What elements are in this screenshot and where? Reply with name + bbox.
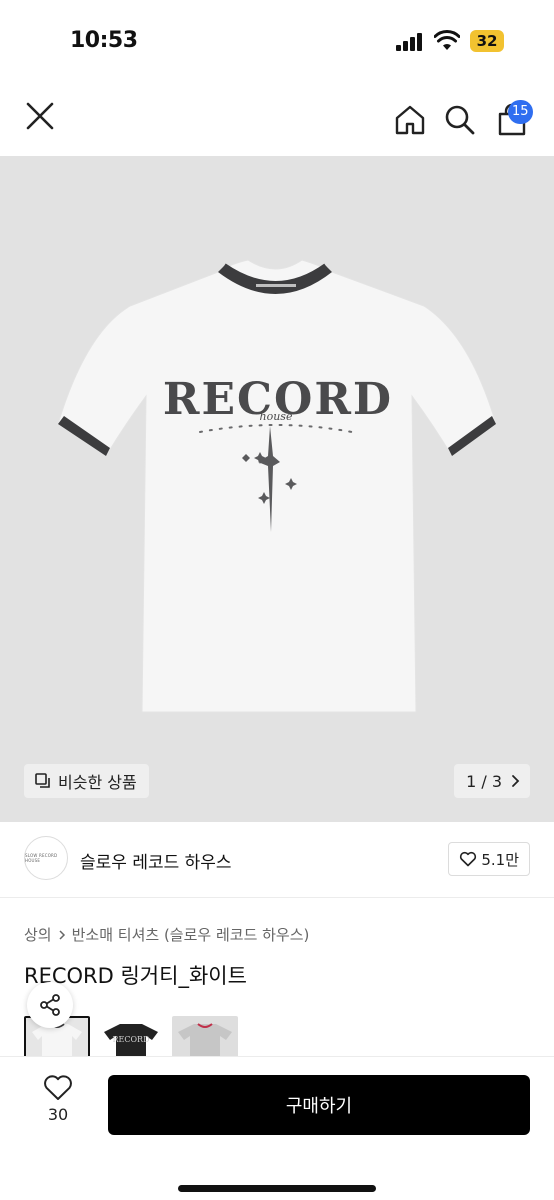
shirt-print-subtext: house xyxy=(260,410,293,423)
signal-icon xyxy=(396,33,424,51)
brand-logo-text: SLOW RECORD HOUSE xyxy=(25,853,58,863)
gallery-page-indicator[interactable]: 1 / 3 xyxy=(454,764,530,798)
similar-items-icon xyxy=(35,773,50,788)
color-option-black[interactable]: RECORD xyxy=(98,1016,164,1060)
status-bar: 10:53 32 xyxy=(0,0,554,84)
breadcrumb: 상의 반소매 티셔츠 (슬로우 레코드 하우스) xyxy=(24,924,309,945)
gallery-page-text: 1 / 3 xyxy=(466,771,502,791)
heart-icon xyxy=(460,851,477,867)
product-photo: RECORD house xyxy=(57,259,497,713)
heart-icon xyxy=(44,1075,72,1100)
wifi-icon xyxy=(434,30,460,50)
home-indicator[interactable] xyxy=(178,1185,376,1192)
brand-like-count: 5.1만 xyxy=(481,850,519,869)
cart-count-badge: 15 xyxy=(508,100,533,124)
top-nav xyxy=(0,84,554,156)
chevron-right-icon xyxy=(59,929,65,940)
color-thumb-image xyxy=(172,1016,238,1060)
color-thumb-image: RECORD xyxy=(98,1016,164,1060)
close-icon[interactable] xyxy=(22,98,58,134)
color-thumb-print: RECORD xyxy=(113,1035,150,1044)
brand-name[interactable]: 슬로우 레코드 하우스 xyxy=(80,848,232,873)
share-icon xyxy=(40,994,60,1016)
similar-products-button[interactable]: 비슷한 상품 xyxy=(24,764,149,798)
breadcrumb-category[interactable]: 상의 xyxy=(24,924,52,945)
brand-like-button[interactable]: 5.1만 xyxy=(448,842,530,876)
wishlist-button[interactable]: 30 xyxy=(36,1075,80,1124)
color-option-gray[interactable] xyxy=(172,1016,238,1060)
bottom-action-bar: 30 구매하기 xyxy=(0,1056,554,1200)
similar-products-label: 비슷한 상품 xyxy=(58,773,137,792)
brand-row[interactable]: SLOW RECORD HOUSE 슬로우 레코드 하우스 5.1만 xyxy=(0,822,554,898)
product-image-gallery[interactable]: RECORD house 비슷한 상품 1 / 3 xyxy=(0,156,554,822)
wishlist-count: 30 xyxy=(47,1105,69,1124)
chevron-right-icon xyxy=(512,775,520,787)
home-icon[interactable] xyxy=(392,102,428,138)
status-time: 10:53 xyxy=(70,28,138,53)
battery-indicator: 32 xyxy=(470,30,504,52)
buy-button[interactable]: 구매하기 xyxy=(108,1075,530,1135)
share-button[interactable] xyxy=(27,982,73,1028)
brand-logo: SLOW RECORD HOUSE xyxy=(24,836,68,880)
search-icon[interactable] xyxy=(442,102,478,138)
breadcrumb-subcategory[interactable]: 반소매 티셔츠 (슬로우 레코드 하우스) xyxy=(72,924,310,945)
